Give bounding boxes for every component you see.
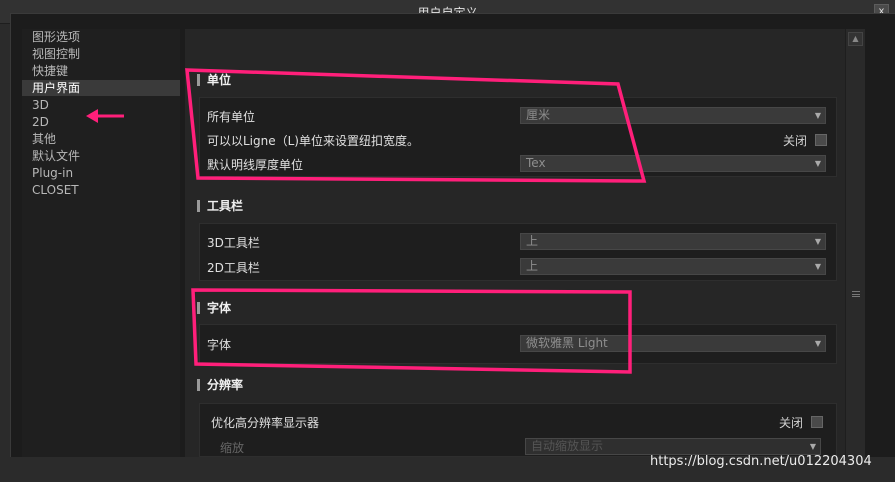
sidebar-item-other[interactable]: 其他 [22, 131, 180, 147]
sidebar-item-graphics[interactable]: 图形选项 [22, 29, 180, 45]
toolbar-2d-value: 上 [526, 259, 539, 273]
ligne-setting-label: 可以以Ligne（L)单位来设置纽扣宽度。 [207, 134, 419, 148]
font-label: 字体 [207, 338, 232, 352]
font-select[interactable]: 微软雅黑 Light ▼ [520, 335, 826, 352]
toolbar-3d-select[interactable]: 上 ▼ [520, 233, 826, 250]
sidebar-item-3d[interactable]: 3D [22, 97, 180, 113]
sidebar-item-default-file[interactable]: 默认文件 [22, 148, 180, 164]
category-sidebar: 图形选项 视图控制 快捷键 用户界面 3D 2D 其他 默认文件 Plug-in… [22, 29, 180, 457]
sidebar-item-plugin[interactable]: Plug-in [22, 165, 180, 181]
watermark-text: https://blog.csdn.net/u012204304 [650, 454, 872, 469]
all-units-label: 所有单位 [207, 110, 256, 124]
thread-unit-value: Tex [526, 156, 546, 170]
sidebar-item-view-control[interactable]: 视图控制 [22, 46, 180, 62]
sidebar-item-closet[interactable]: CLOSET [22, 182, 180, 198]
section-title-toolbar: 工具栏 [197, 198, 243, 214]
thread-unit-select[interactable]: Tex ▼ [520, 155, 826, 172]
hidpi-label: 优化高分辨率显示器 [211, 416, 320, 430]
hidpi-checkbox[interactable] [811, 416, 823, 428]
zoom-label: 缩放 [220, 441, 245, 455]
chevron-down-icon: ▼ [814, 159, 821, 168]
sidebar-item-user-interface[interactable]: 用户界面 [22, 80, 180, 96]
ligne-checkbox[interactable] [815, 134, 827, 146]
font-value: 微软雅黑 Light [526, 336, 608, 350]
scroll-grip-icon[interactable] [852, 291, 860, 297]
sidebar-item-shortcuts[interactable]: 快捷键 [22, 63, 180, 79]
toolbar-2d-label: 2D工具栏 [207, 261, 260, 275]
scroll-up-arrow-icon[interactable]: ▲ [848, 32, 863, 46]
chevron-down-icon: ▼ [814, 111, 821, 120]
chevron-down-icon: ▼ [814, 339, 821, 348]
chevron-down-icon: ▼ [809, 442, 816, 451]
ligne-toggle-label: 关闭 [783, 134, 808, 148]
chevron-down-icon: ▼ [814, 237, 821, 246]
section-title-resolution: 分辨率 [197, 377, 243, 393]
toolbar-2d-select[interactable]: 上 ▼ [520, 258, 826, 275]
section-title-units: 单位 [197, 72, 231, 88]
section-title-font: 字体 [197, 300, 231, 316]
thread-unit-label: 默认明线厚度单位 [207, 158, 304, 172]
vertical-scrollbar[interactable]: ▲ [845, 29, 865, 457]
chevron-down-icon: ▼ [814, 262, 821, 271]
all-units-select[interactable]: 厘米 ▼ [520, 107, 826, 124]
toolbar-3d-label: 3D工具栏 [207, 236, 260, 250]
zoom-select[interactable]: 自动缩放显示 ▼ [525, 438, 821, 455]
all-units-value: 厘米 [526, 108, 551, 122]
toolbar-3d-value: 上 [526, 234, 539, 248]
hidpi-toggle-label: 关闭 [779, 416, 804, 430]
sidebar-item-2d[interactable]: 2D [22, 114, 180, 130]
zoom-value: 自动缩放显示 [531, 439, 604, 453]
